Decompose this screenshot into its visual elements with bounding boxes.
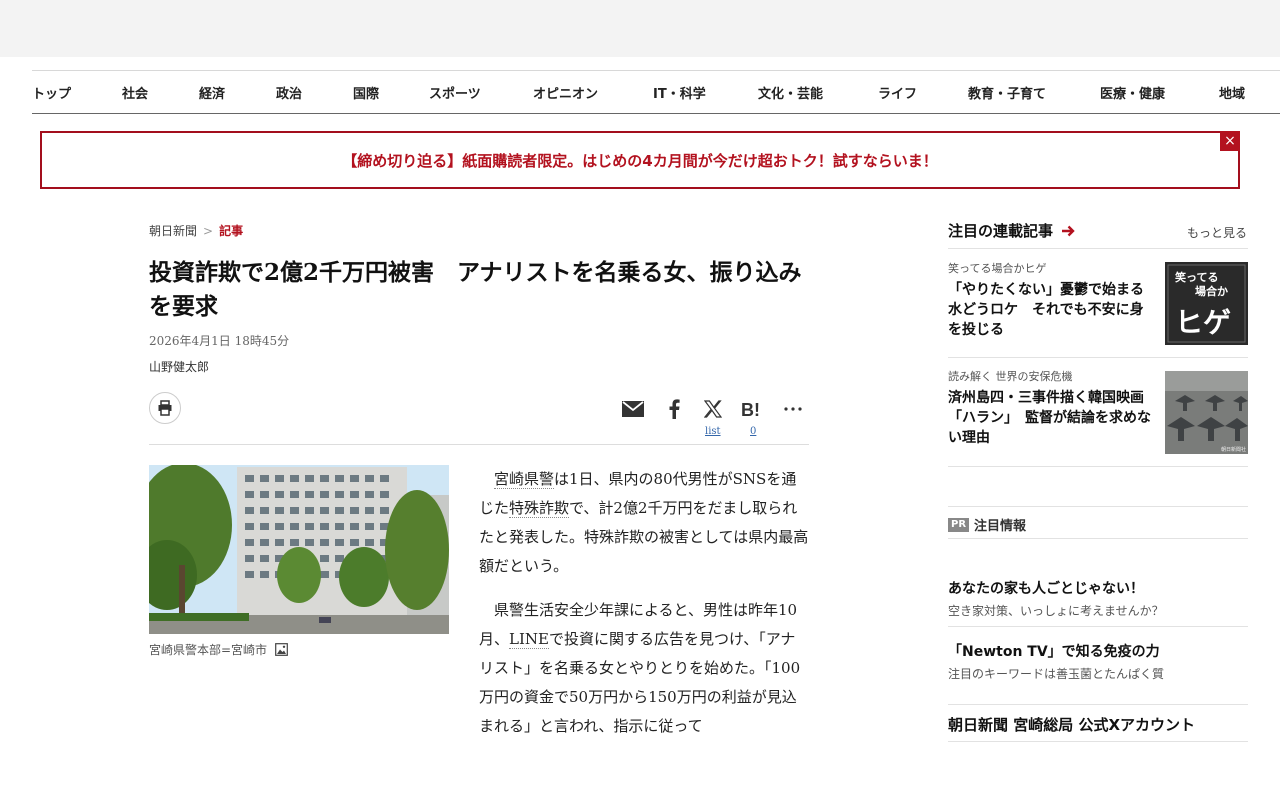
arrow-right-icon <box>1062 225 1075 236</box>
series-heading-text: 注目の連載記事 <box>948 222 1054 240</box>
series-heading[interactable]: 注目の連載記事 <box>948 220 1075 241</box>
x-icon <box>704 400 722 418</box>
divider <box>948 626 1248 627</box>
promo-banner[interactable]: 【締め切り迫る】紙面購読者限定。はじめの4カ月間が今だけ超おトク！試すならいま！… <box>40 131 1240 189</box>
share-more-button[interactable] <box>780 396 806 422</box>
promo-banner-text[interactable]: 【締め切り迫る】紙面購読者限定。はじめの4カ月間が今だけ超おトク！試すならいま！ <box>342 150 937 171</box>
printer-icon <box>158 400 172 416</box>
nav-it-science[interactable]: IT・科学 <box>653 83 706 102</box>
facebook-icon <box>669 399 680 419</box>
article-author[interactable]: 山野健太郎 <box>149 358 209 375</box>
thumb-text-big: ヒゲ <box>1175 306 1231 339</box>
article-paragraph: 宮崎県警は1日、県内の80代男性がSNSを通じた特殊詐欺で、計2億2千万円をだま… <box>479 465 809 581</box>
share-x-button[interactable] <box>700 396 726 422</box>
more-icon <box>784 407 802 411</box>
divider <box>948 466 1248 467</box>
more-link[interactable]: もっと見る <box>1187 224 1247 241</box>
article-body: 宮崎県警は1日、県内の80代男性がSNSを通じた特殊詐欺で、計2億2千万円をだま… <box>479 465 809 756</box>
article-divider <box>149 444 809 445</box>
nav-sports[interactable]: スポーツ <box>429 83 481 102</box>
share-facebook-button[interactable] <box>661 396 687 422</box>
article-title: 投資詐欺で2億2千万円被害 アナリストを名乗る女、振り込みを要求 <box>149 259 802 320</box>
share-hatena-button[interactable]: B! <box>740 396 766 422</box>
svg-text:B!: B! <box>741 400 760 418</box>
series-item[interactable]: 読み解く 世界の安保危機 済州島四・三事件描く韓国映画「ハラン」 監督が結論を求… <box>948 368 1248 454</box>
breadcrumb-separator: > <box>203 224 214 238</box>
series-title[interactable]: 「やりたくない」憂鬱で始まる水どうロケ それでも不安に身を投じる <box>948 280 1153 340</box>
article-date: 2026年4月1日 18時45分 <box>149 334 290 348</box>
keyword-link[interactable]: LINE <box>509 630 549 649</box>
mail-icon <box>622 401 644 417</box>
divider <box>948 741 1248 742</box>
nav-culture[interactable]: 文化・芸能 <box>758 83 823 102</box>
pr-item-title[interactable]: あなたの家も人ごとじゃない！ <box>948 578 1248 598</box>
thumb-text-mid: 場合か <box>1195 284 1228 298</box>
divider <box>948 704 1248 705</box>
series-item[interactable]: 笑ってる場合かヒゲ 「やりたくない」憂鬱で始まる水どうロケ それでも不安に身を投… <box>948 260 1248 345</box>
nav-education[interactable]: 教育・子育て <box>968 83 1046 102</box>
official-account-link[interactable]: 朝日新聞 宮崎総局 公式Xアカウント <box>948 714 1195 735</box>
keyword-link[interactable]: 宮崎県警 <box>494 470 555 489</box>
photo-caption-text: 宮崎県警本部=宮崎市 <box>149 643 268 657</box>
breadcrumb-current[interactable]: 記事 <box>219 224 243 238</box>
keyword-link[interactable]: 特殊詐欺 <box>509 499 570 518</box>
pr-item-subtitle[interactable]: 注目のキーワードは善玉菌とたんぱく質 <box>948 665 1248 682</box>
nav-opinion[interactable]: オピニオン <box>533 83 598 102</box>
print-button[interactable] <box>149 392 181 424</box>
pr-heading-text: 注目情報 <box>974 519 1027 534</box>
hatena-icon: B! <box>741 400 760 418</box>
nav-life[interactable]: ライフ <box>878 83 917 102</box>
share-hatena-count[interactable]: 0 <box>750 426 756 437</box>
pr-badge: PR <box>948 517 970 532</box>
nav-economy[interactable]: 経済 <box>199 83 225 102</box>
series-thumbnail[interactable]: 朝日新聞社 <box>1165 371 1248 454</box>
thumb-text-top: 笑ってる <box>1175 270 1218 284</box>
nav-international[interactable]: 国際 <box>353 83 379 102</box>
series-title[interactable]: 済州島四・三事件描く韓国映画「ハラン」 監督が結論を求めない理由 <box>948 388 1153 448</box>
pr-item[interactable]: あなたの家も人ごとじゃない！ 空き家対策、いっしょに考えませんか？ <box>948 578 1248 619</box>
nav-region[interactable]: 地域 <box>1219 83 1245 102</box>
nav-top[interactable]: トップ <box>32 83 71 102</box>
divider <box>948 506 1248 507</box>
nav-society[interactable]: 社会 <box>122 83 148 102</box>
pr-heading: PR 注目情報 <box>948 515 1026 534</box>
category-nav: トップ 社会 経済 政治 国際 スポーツ オピニオン IT・科学 文化・芸能 ラ… <box>32 70 1280 114</box>
article-paragraph: 県警生活安全少年課によると、男性は昨年10月、LINEで投資に関する広告を見つけ… <box>479 596 809 741</box>
photo-caption: 宮崎県警本部=宮崎市 <box>149 641 288 658</box>
pr-item-title[interactable]: 「Newton TV」で知る免疫の力 <box>948 641 1248 661</box>
image-icon[interactable] <box>275 643 288 656</box>
share-mail-button[interactable] <box>620 396 646 422</box>
pr-item-subtitle[interactable]: 空き家対策、いっしょに考えませんか？ <box>948 602 1248 619</box>
top-header-band <box>0 0 1280 57</box>
divider <box>948 538 1248 539</box>
thumb-credit: 朝日新聞社 <box>1221 446 1246 453</box>
nav-health[interactable]: 医療・健康 <box>1100 83 1165 102</box>
breadcrumb: 朝日新聞 > 記事 <box>149 222 243 239</box>
divider <box>948 357 1248 358</box>
divider <box>948 248 1248 249</box>
series-thumbnail[interactable]: 笑ってる 場合か ヒゲ <box>1165 262 1248 345</box>
pr-item[interactable]: 「Newton TV」で知る免疫の力 注目のキーワードは善玉菌とたんぱく質 <box>948 641 1248 682</box>
share-x-label[interactable]: list <box>705 426 721 437</box>
close-icon[interactable]: × <box>1220 131 1240 151</box>
breadcrumb-home[interactable]: 朝日新聞 <box>149 224 197 238</box>
article-photo[interactable] <box>149 465 449 634</box>
nav-politics[interactable]: 政治 <box>276 83 302 102</box>
